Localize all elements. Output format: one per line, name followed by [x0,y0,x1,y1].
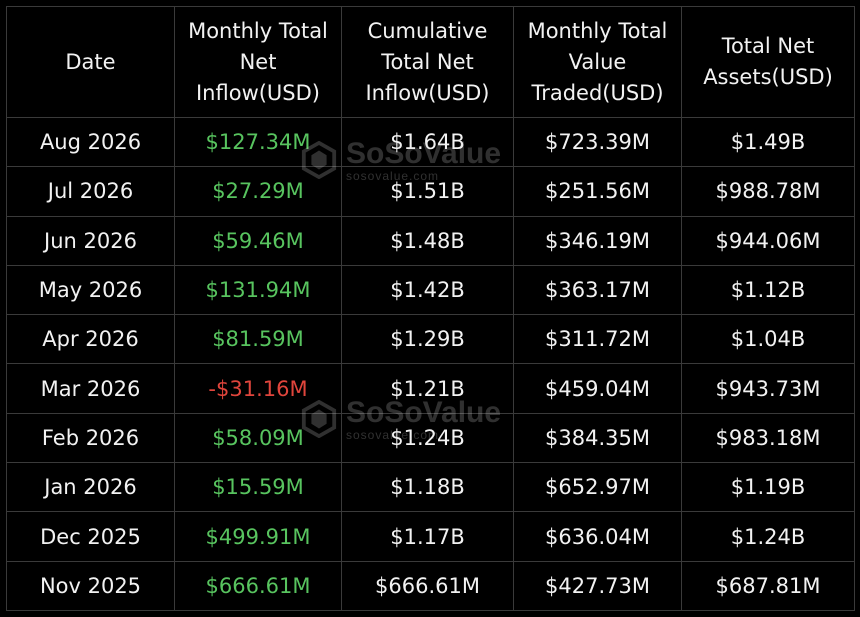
header-value-traded-line-2: Value [568,49,627,74]
cell-date: Aug 2026 [6,116,175,168]
cell-net-assets: $1.49B [681,116,855,168]
cell-monthly-inflow: $666.61M [174,560,342,612]
cell-net-assets: $983.18M [681,412,855,464]
table-body: Aug 2026 $127.34M $1.64B $723.39M $1.49B… [6,116,855,612]
header-monthly-inflow-line-3: Inflow(USD) [195,80,320,105]
header-net-assets: Total Net Assets(USD) [681,6,855,118]
header-value-traded-line-1: Monthly Total [527,18,668,43]
etf-monthly-flow-table: Date Monthly Total Net Inflow(USD) Cumul… [6,6,855,612]
table-row: Apr 2026 $81.59M $1.29B $311.72M $1.04B [6,314,855,365]
header-cumulative-inflow-line-3: Inflow(USD) [365,80,490,105]
cell-net-assets: $988.78M [681,166,855,217]
table-row: Dec 2025 $499.91M $1.17B $636.04M $1.24B [6,511,855,562]
header-monthly-inflow: Monthly Total Net Inflow(USD) [174,6,342,118]
cell-cumulative-inflow: $1.64B [341,116,514,168]
cell-cumulative-inflow: $1.42B [341,264,514,316]
cell-date: May 2026 [6,264,175,316]
cell-date: Jun 2026 [6,215,175,266]
header-cumulative-inflow: Cumulative Total Net Inflow(USD) [341,6,514,118]
cell-date: Feb 2026 [6,412,175,464]
header-net-assets-line-1: Total Net [721,34,815,58]
header-value-traded: Monthly Total Value Traded(USD) [513,6,682,118]
cell-net-assets: $1.04B [681,314,855,365]
cell-net-assets: $1.19B [681,462,855,513]
cell-net-assets: $943.73M [681,363,855,414]
cell-net-assets: $944.06M [681,215,855,266]
cell-value-traded: $311.72M [513,314,682,365]
cell-date: Nov 2025 [6,560,175,612]
header-monthly-inflow-line-2: Net [239,49,277,74]
cell-value-traded: $251.56M [513,166,682,217]
table-row: Jun 2026 $59.46M $1.48B $346.19M $944.06… [6,215,855,266]
header-row: Date Monthly Total Net Inflow(USD) Cumul… [6,6,855,118]
cell-cumulative-inflow: $1.21B [341,363,514,414]
cell-monthly-inflow: $81.59M [174,314,342,365]
header-date: Date [6,6,175,118]
cell-monthly-inflow: $59.46M [174,215,342,266]
cell-cumulative-inflow: $1.17B [341,511,514,562]
cell-date: Mar 2026 [6,363,175,414]
cell-value-traded: $427.73M [513,560,682,612]
cell-cumulative-inflow: $1.24B [341,412,514,464]
header-value-traded-line-3: Traded(USD) [531,80,664,105]
cell-value-traded: $723.39M [513,116,682,168]
cell-cumulative-inflow: $1.18B [341,462,514,513]
header-cumulative-inflow-line-2: Total Net [381,49,474,74]
table-row: Jul 2026 $27.29M $1.51B $251.56M $988.78… [6,166,855,217]
cell-value-traded: $363.17M [513,264,682,316]
cell-value-traded: $384.35M [513,412,682,464]
table-row: May 2026 $131.94M $1.42B $363.17M $1.12B [6,264,855,316]
cell-cumulative-inflow: $1.51B [341,166,514,217]
cell-date: Jan 2026 [6,462,175,513]
cell-monthly-inflow: $58.09M [174,412,342,464]
header-date-line: Date [65,49,116,74]
cell-value-traded: $652.97M [513,462,682,513]
cell-monthly-inflow: $15.59M [174,462,342,513]
cell-cumulative-inflow: $1.48B [341,215,514,266]
cell-value-traded: $346.19M [513,215,682,266]
cell-value-traded: $459.04M [513,363,682,414]
cell-monthly-inflow: $27.29M [174,166,342,217]
cell-monthly-inflow: $499.91M [174,511,342,562]
cell-monthly-inflow: $127.34M [174,116,342,168]
cell-monthly-inflow: -$31.16M [174,363,342,414]
header-monthly-inflow-line-1: Monthly Total [188,18,328,43]
cell-net-assets: $687.81M [681,560,855,612]
cell-cumulative-inflow: $1.29B [341,314,514,365]
header-net-assets-line-2: Assets(USD) [703,65,833,89]
table-row: Jan 2026 $15.59M $1.18B $652.97M $1.19B [6,462,855,513]
cell-net-assets: $1.12B [681,264,855,316]
cell-date: Dec 2025 [6,511,175,562]
table-row: Nov 2025 $666.61M $666.61M $427.73M $687… [6,560,855,612]
cell-cumulative-inflow: $666.61M [341,560,514,612]
cell-value-traded: $636.04M [513,511,682,562]
table-row: Aug 2026 $127.34M $1.64B $723.39M $1.49B [6,116,855,168]
cell-net-assets: $1.24B [681,511,855,562]
cell-monthly-inflow: $131.94M [174,264,342,316]
cell-date: Jul 2026 [6,166,175,217]
table-row: Mar 2026 -$31.16M $1.21B $459.04M $943.7… [6,363,855,414]
header-cumulative-inflow-line-1: Cumulative [367,18,488,43]
cell-date: Apr 2026 [6,314,175,365]
table-row: Feb 2026 $58.09M $1.24B $384.35M $983.18… [6,412,855,464]
